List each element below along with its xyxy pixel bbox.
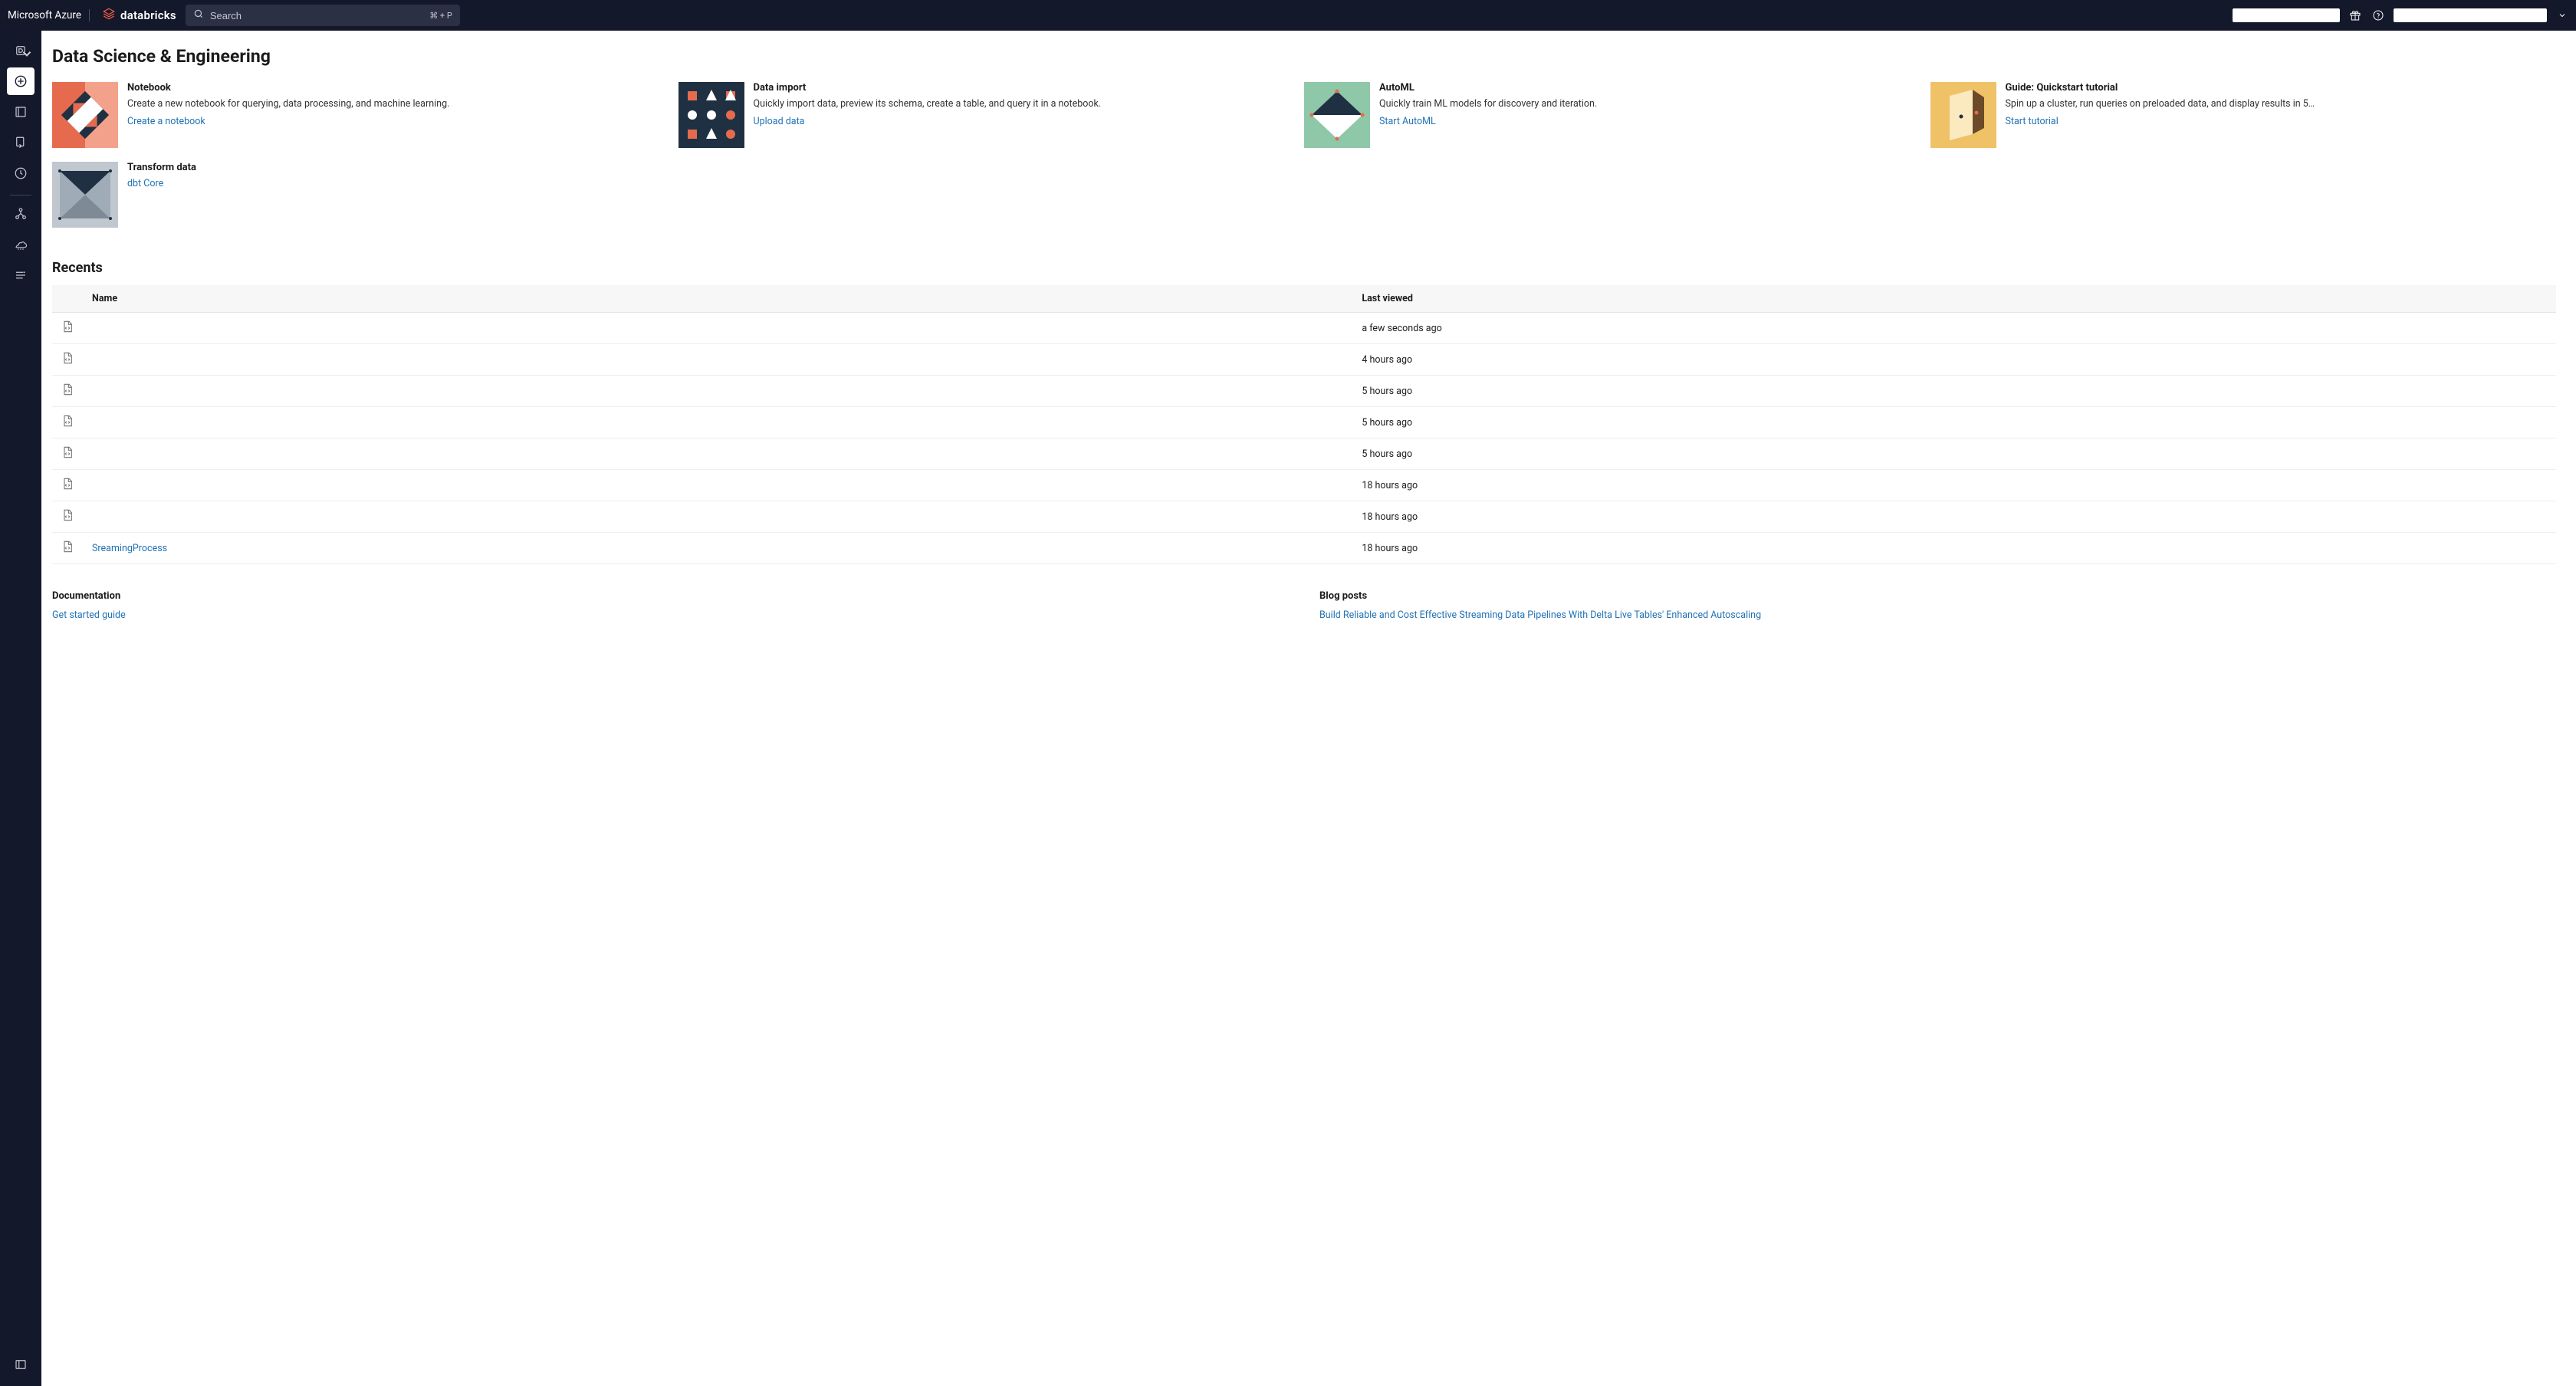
recents-table: Name Last viewed a few seconds ago4 hour… <box>52 285 2556 564</box>
notebook-file-icon <box>61 356 74 368</box>
table-row[interactable]: 18 hours ago <box>52 470 2556 501</box>
card-automl: AutoML Quickly train ML models for discov… <box>1304 82 1930 148</box>
card-guide: Guide: Quickstart tutorial Spin up a clus… <box>1930 82 2557 148</box>
card-notebook: Notebook Create a new notebook for queryi… <box>52 82 678 148</box>
help-icon[interactable] <box>2371 8 2386 23</box>
notebook-file-icon <box>61 514 74 525</box>
sidebar-item-repos[interactable] <box>7 129 34 156</box>
notebook-file-icon <box>61 419 74 431</box>
notebook-file-icon <box>61 388 74 399</box>
recent-item-last-viewed: 5 hours ago <box>1354 376 2556 407</box>
recent-item-last-viewed: 5 hours ago <box>1354 407 2556 438</box>
recent-item-last-viewed: 4 hours ago <box>1354 344 2556 376</box>
documentation-heading: Documentation <box>52 590 1289 602</box>
sidebar-item-recents[interactable] <box>7 159 34 187</box>
persona-switcher[interactable] <box>7 37 34 64</box>
import-thumb-icon <box>678 82 744 148</box>
cloud-brand-label: Microsoft Azure <box>8 9 90 21</box>
sidebar <box>0 31 41 1386</box>
page-title: Data Science & Engineering <box>52 46 2556 67</box>
search-icon <box>193 8 204 22</box>
search-shortcut-label: ⌘ + P <box>429 11 452 21</box>
card-title: AutoML <box>1379 82 1918 94</box>
quick-action-cards: Notebook Create a new notebook for queryi… <box>52 82 2556 228</box>
card-title: Notebook <box>127 82 666 94</box>
footer-columns: Documentation Get started guide Blog pos… <box>52 590 2556 621</box>
blog-link[interactable]: Build Reliable and Cost Effective Stream… <box>1319 609 1761 621</box>
sidebar-item-workspace[interactable] <box>7 98 34 126</box>
card-action-link[interactable]: Start AutoML <box>1379 116 1436 127</box>
chevron-down-icon[interactable] <box>2555 8 2570 23</box>
databricks-logo-icon <box>102 7 116 24</box>
workspace-switcher[interactable] <box>2233 8 2340 22</box>
recents-heading: Recents <box>52 260 2556 276</box>
card-action-link[interactable]: Upload data <box>754 116 805 127</box>
top-bar: Microsoft Azure databricks ⌘ + P <box>0 0 2576 31</box>
card-import: Data import Quickly import data, preview … <box>678 82 1305 148</box>
chevron-down-icon <box>20 47 34 64</box>
sidebar-item-workflows[interactable] <box>7 261 34 289</box>
gift-icon[interactable] <box>2348 8 2363 23</box>
notebook-file-icon <box>61 325 74 337</box>
card-action-link[interactable]: Start tutorial <box>2006 116 2058 127</box>
notebook-file-icon <box>61 451 74 462</box>
documentation-section: Documentation Get started guide <box>52 590 1289 621</box>
table-row[interactable]: 5 hours ago <box>52 376 2556 407</box>
card-action-link[interactable]: dbt Core <box>127 178 163 189</box>
recent-item-last-viewed: 5 hours ago <box>1354 438 2556 470</box>
card-title: Data import <box>754 82 1293 94</box>
recent-item-last-viewed: a few seconds ago <box>1354 313 2556 344</box>
card-title: Guide: Quickstart tutorial <box>2006 82 2545 94</box>
sidebar-item-create[interactable] <box>7 67 34 95</box>
table-row[interactable]: 18 hours ago <box>52 501 2556 533</box>
card-title: Transform data <box>127 162 666 173</box>
sidebar-item-data[interactable] <box>7 200 34 228</box>
card-description: Spin up a cluster, run queries on preloa… <box>2006 98 2545 111</box>
card-transform: Transform data dbt Core <box>52 162 678 228</box>
table-row[interactable]: 4 hours ago <box>52 344 2556 376</box>
search-box[interactable]: ⌘ + P <box>186 5 460 26</box>
notebook-file-icon <box>61 482 74 494</box>
card-description: Quickly import data, preview its schema,… <box>754 98 1293 111</box>
account-switcher[interactable] <box>2394 8 2547 22</box>
brand-area: Microsoft Azure databricks <box>8 7 176 24</box>
sidebar-item-compute[interactable] <box>7 231 34 258</box>
documentation-link[interactable]: Get started guide <box>52 609 126 621</box>
recents-col-last-viewed[interactable]: Last viewed <box>1354 285 2556 313</box>
blog-section: Blog posts Build Reliable and Cost Effec… <box>1319 590 2556 621</box>
recents-col-name[interactable]: Name <box>84 285 1354 313</box>
automl-thumb-icon <box>1304 82 1370 148</box>
recent-item-last-viewed: 18 hours ago <box>1354 533 2556 564</box>
recent-item-last-viewed: 18 hours ago <box>1354 501 2556 533</box>
card-description: Quickly train ML models for discovery an… <box>1379 98 1918 111</box>
topbar-right <box>2233 8 2570 23</box>
card-description: Create a new notebook for querying, data… <box>127 98 666 111</box>
main-content: Data Science & Engineering Notebook Creat… <box>41 31 2576 1386</box>
product-brand-label: databricks <box>120 8 176 22</box>
card-action-link[interactable]: Create a notebook <box>127 116 205 127</box>
table-row[interactable]: a few seconds ago <box>52 313 2556 344</box>
table-row[interactable]: 5 hours ago <box>52 438 2556 470</box>
blog-heading: Blog posts <box>1319 590 2556 602</box>
recent-item-last-viewed: 18 hours ago <box>1354 470 2556 501</box>
table-row[interactable]: SreamingProcess 18 hours ago <box>52 533 2556 564</box>
transform-thumb-icon <box>52 162 118 228</box>
sidebar-item-menu[interactable] <box>7 1351 34 1378</box>
guide-thumb-icon <box>1930 82 1996 148</box>
recents-col-icon <box>52 285 84 313</box>
notebook-thumb-icon <box>52 82 118 148</box>
recent-item-name[interactable]: SreamingProcess <box>92 543 167 554</box>
table-row[interactable]: 5 hours ago <box>52 407 2556 438</box>
search-input[interactable] <box>210 10 423 21</box>
notebook-file-icon <box>61 545 74 557</box>
product-brand: databricks <box>96 7 176 24</box>
